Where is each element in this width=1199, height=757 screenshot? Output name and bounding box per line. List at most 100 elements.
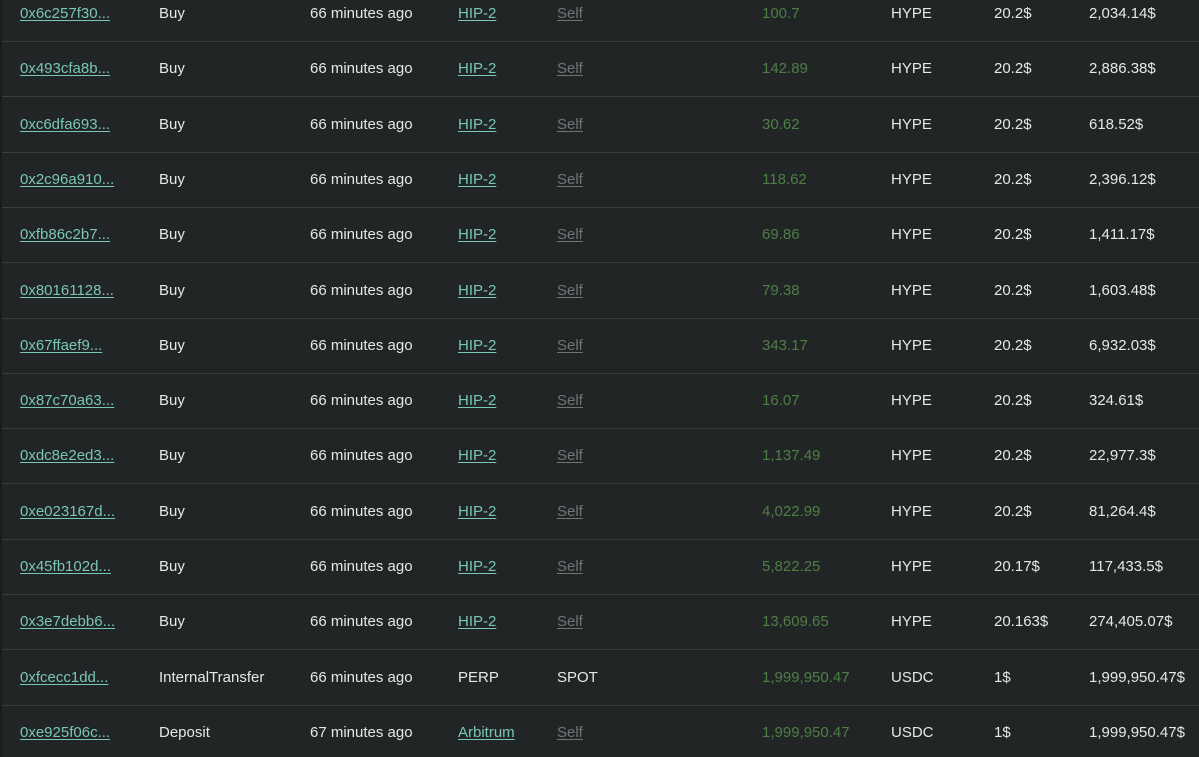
table-row[interactable]: 0x67ffaef9... Buy 66 minutes ago HIP-2 Self 3…: [2, 319, 1199, 374]
tx-action: Buy: [159, 392, 185, 410]
tx-amount: 4,022.99: [762, 502, 821, 520]
tx-action: Deposit: [159, 723, 210, 741]
tx-hash-link[interactable]: 0x87c70a63...: [20, 392, 114, 410]
tx-source-link[interactable]: HIP-2: [458, 503, 496, 521]
tx-amount: 30.62: [762, 115, 800, 133]
tx-price: 1$: [994, 723, 1011, 741]
tx-destination-link[interactable]: Self: [557, 558, 583, 576]
tx-destination-link[interactable]: Self: [557, 116, 583, 134]
tx-hash-link[interactable]: 0xe023167d...: [20, 503, 115, 521]
tx-amount: 1,137.49: [762, 447, 821, 465]
tx-hash-link[interactable]: 0x45fb102d...: [20, 558, 111, 576]
tx-price: 20.2$: [994, 5, 1032, 22]
tx-hash-link[interactable]: 0xfb86c2b7...: [20, 226, 110, 244]
table-row[interactable]: 0xe925f06c... Deposit 67 minutes ago Arbitr…: [2, 706, 1199, 757]
tx-source-link[interactable]: HIP-2: [458, 447, 496, 465]
tx-amount: 79.38: [762, 281, 800, 299]
tx-source-link[interactable]: HIP-2: [458, 171, 496, 189]
tx-amount: 343.17: [762, 336, 808, 354]
tx-destination-link[interactable]: Self: [557, 226, 583, 244]
tx-token: HYPE: [891, 115, 932, 133]
tx-hash-link[interactable]: 0xfcecc1dd...: [20, 669, 108, 687]
tx-time: 66 minutes ago: [310, 281, 413, 299]
tx-destination-link[interactable]: Self: [557, 724, 583, 742]
tx-action: Buy: [159, 613, 185, 631]
tx-time: 66 minutes ago: [310, 613, 413, 631]
tx-destination-link[interactable]: Self: [557, 392, 583, 410]
tx-destination-link[interactable]: Self: [557, 503, 583, 521]
tx-destination-link[interactable]: Self: [557, 282, 583, 300]
tx-hash-link[interactable]: 0x2c96a910...: [20, 171, 114, 189]
tx-amount: 1,999,950.47: [762, 668, 850, 686]
tx-token: HYPE: [891, 170, 932, 188]
tx-action: Buy: [159, 170, 185, 188]
table-row[interactable]: 0x80161128... Buy 66 minutes ago HIP-2 Self 7…: [2, 264, 1199, 319]
tx-hash-link[interactable]: 0x67ffaef9...: [20, 337, 102, 355]
table-row[interactable]: 0x2c96a910... Buy 66 minutes ago HIP-2 Self 1…: [2, 153, 1199, 208]
table-row[interactable]: 0xfb86c2b7... Buy 66 minutes ago HIP-2 Self 6…: [2, 208, 1199, 264]
tx-destination-link[interactable]: Self: [557, 337, 583, 355]
tx-hash-link[interactable]: 0x6c257f30...: [20, 5, 110, 23]
table-row[interactable]: 0xdc8e2ed3... Buy 66 minutes ago HIP-2 Self 1…: [2, 429, 1199, 485]
tx-source-link[interactable]: HIP-2: [458, 60, 496, 78]
table-row[interactable]: 0x493cfa8b... Buy 66 minutes ago HIP-2 Self 1…: [2, 42, 1199, 98]
tx-destination: SPOT: [557, 668, 598, 686]
tx-source-link[interactable]: HIP-2: [458, 226, 496, 244]
tx-source-link[interactable]: HIP-2: [458, 613, 496, 631]
tx-time: 67 minutes ago: [310, 723, 413, 741]
tx-value: 2,034.14$: [1089, 5, 1156, 22]
table-row[interactable]: 0xfcecc1dd... InternalTransfer 66 minutes …: [2, 651, 1199, 706]
tx-price: 20.2$: [994, 226, 1032, 244]
table-row[interactable]: 0x6c257f30... Buy 66 minutes ago HIP-2 Self 1…: [2, 0, 1199, 42]
tx-source: PERP: [458, 668, 499, 686]
tx-price: 20.2$: [994, 392, 1032, 410]
tx-value: 274,405.07$: [1089, 613, 1173, 631]
tx-source-link[interactable]: HIP-2: [458, 116, 496, 134]
table-row[interactable]: 0x87c70a63... Buy 66 minutes ago HIP-2 Self 1…: [2, 374, 1199, 430]
tx-amount: 118.62: [762, 170, 807, 188]
table-row[interactable]: 0x45fb102d... Buy 66 minutes ago HIP-2 Self 5…: [2, 540, 1199, 595]
tx-source-link[interactable]: HIP-2: [458, 392, 496, 410]
tx-amount: 100.7: [762, 5, 800, 22]
table-row[interactable]: 0xe023167d... Buy 66 minutes ago HIP-2 Self 4…: [2, 485, 1199, 540]
tx-time: 66 minutes ago: [310, 392, 413, 410]
tx-hash-link[interactable]: 0xe925f06c...: [20, 724, 110, 742]
tx-source-link[interactable]: HIP-2: [458, 282, 496, 300]
tx-token: HYPE: [891, 502, 932, 520]
tx-hash-link[interactable]: 0x3e7debb6...: [20, 613, 115, 631]
tx-destination-link[interactable]: Self: [557, 60, 583, 78]
tx-destination-link[interactable]: Self: [557, 447, 583, 465]
tx-destination-link[interactable]: Self: [557, 5, 583, 23]
tx-value: 618.52$: [1089, 115, 1144, 133]
tx-source-link[interactable]: HIP-2: [458, 337, 496, 355]
tx-destination-link[interactable]: Self: [557, 171, 583, 189]
tx-price: 20.2$: [994, 60, 1032, 78]
tx-hash-link[interactable]: 0xdc8e2ed3...: [20, 447, 114, 465]
tx-hash-link[interactable]: 0x80161128...: [20, 282, 114, 300]
tx-token: HYPE: [891, 392, 932, 410]
tx-value: 1,999,950.47$: [1089, 668, 1185, 686]
tx-hash-link[interactable]: 0x493cfa8b...: [20, 60, 110, 78]
tx-amount: 13,609.65: [762, 613, 829, 631]
tx-value: 1,603.48$: [1089, 281, 1156, 299]
tx-hash-link[interactable]: 0xc6dfa693...: [20, 116, 110, 134]
tx-source-link[interactable]: Arbitrum: [458, 724, 515, 742]
tx-value: 22,977.3$: [1089, 447, 1156, 465]
tx-source-link[interactable]: HIP-2: [458, 558, 496, 576]
tx-destination-link[interactable]: Self: [557, 613, 583, 631]
table-row[interactable]: 0xc6dfa693... Buy 66 minutes ago HIP-2 Self 3…: [2, 98, 1199, 153]
tx-action: Buy: [159, 115, 185, 133]
tx-price: 20.2$: [994, 281, 1032, 299]
tx-action: Buy: [159, 447, 185, 465]
tx-token: HYPE: [891, 558, 932, 575]
table-row[interactable]: 0x3e7debb6... Buy 66 minutes ago HIP-2 Self 1…: [2, 595, 1199, 651]
tx-value: 1,999,950.47$: [1089, 723, 1185, 741]
tx-value: 324.61$: [1089, 392, 1144, 410]
tx-token: USDC: [891, 723, 934, 741]
tx-action: Buy: [159, 60, 185, 78]
tx-token: HYPE: [891, 60, 932, 78]
tx-price: 20.17$: [994, 558, 1040, 575]
tx-token: HYPE: [891, 336, 932, 354]
tx-value: 1,411.17$: [1089, 226, 1155, 244]
tx-source-link[interactable]: HIP-2: [458, 5, 496, 23]
